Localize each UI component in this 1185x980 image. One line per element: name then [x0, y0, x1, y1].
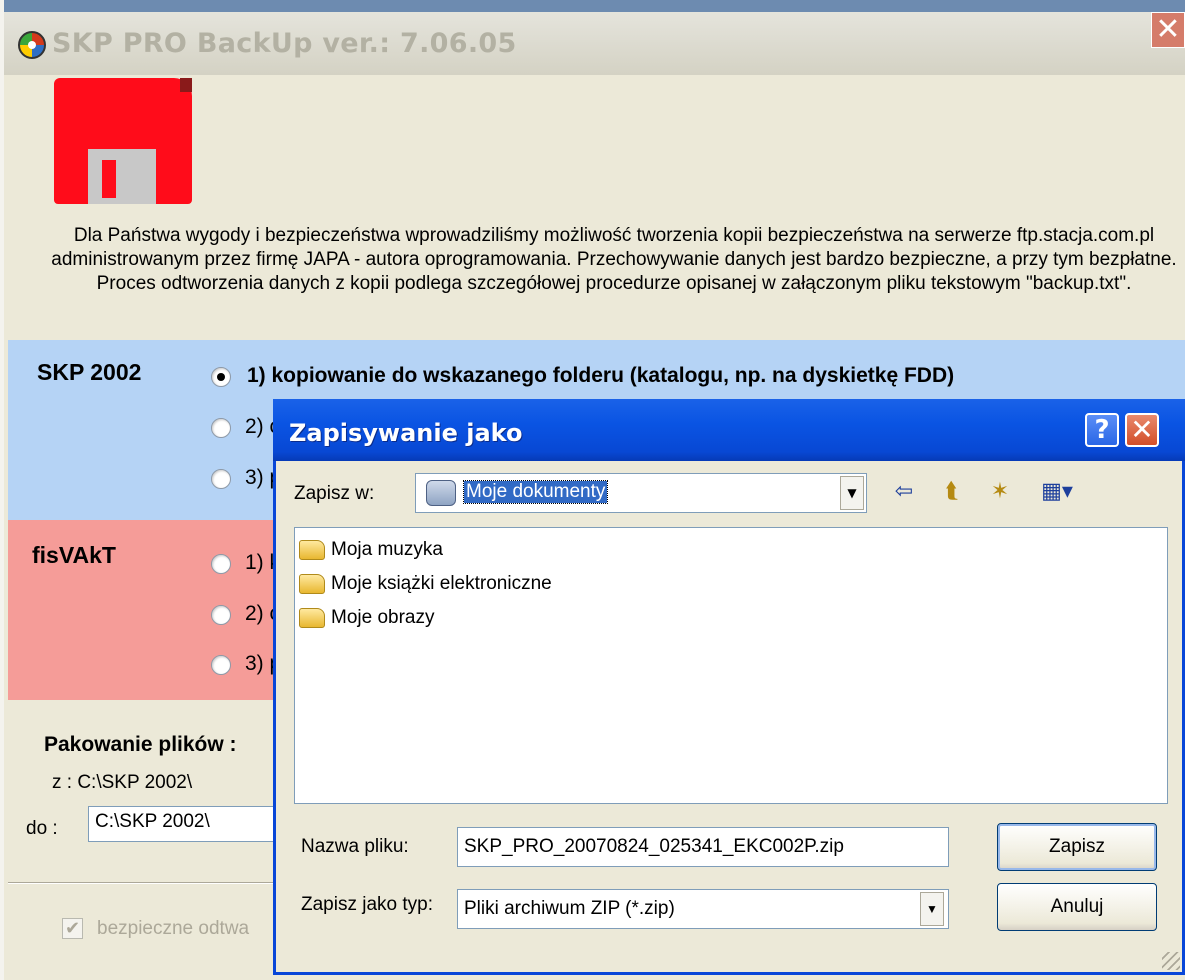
- app-logo-icon: [18, 31, 46, 59]
- resize-grip-icon[interactable]: [1162, 952, 1180, 970]
- skp-section-label: SKP 2002: [37, 359, 142, 385]
- packing-title: Pakowanie plików :: [44, 733, 237, 756]
- list-item[interactable]: Moje obrazy: [299, 602, 435, 634]
- list-item[interactable]: Moja muzyka: [299, 534, 443, 566]
- folder-icon: [299, 574, 325, 594]
- main-window-title: SKP PRO BackUp ver.: 7.06.05: [52, 28, 517, 59]
- save-in-dropdown[interactable]: Moje dokumenty ▼: [415, 473, 867, 513]
- cancel-button[interactable]: Anuluj: [997, 883, 1157, 931]
- separator: [8, 882, 288, 884]
- up-folder-icon[interactable]: ⮬: [936, 477, 968, 509]
- intro-text: Dla Państwa wygody i bezpieczeństwa wpro…: [51, 225, 1177, 294]
- filetype-dropdown[interactable]: Pliki archiwum ZIP (*.zip) ▼: [457, 889, 949, 929]
- fis-section-label: fisVAkT: [32, 542, 116, 568]
- filename-input[interactable]: SKP_PRO_20070824_025341_EKC002P.zip: [457, 827, 949, 867]
- safe-restore-checkbox[interactable]: ✔: [62, 918, 83, 939]
- fis-option-3-radio[interactable]: [211, 655, 231, 675]
- packing-destination-label: do :: [26, 818, 58, 839]
- file-name: Moje obrazy: [331, 607, 435, 628]
- back-arrow-icon[interactable]: ⇦: [888, 477, 920, 509]
- fis-option-2-radio[interactable]: [211, 605, 231, 625]
- list-item[interactable]: Moje książki elektroniczne: [299, 568, 552, 600]
- skp-option-2-radio[interactable]: [211, 418, 231, 438]
- safe-restore-label[interactable]: bezpieczne odtwa: [97, 918, 249, 940]
- filetype-label: Zapisz jako typ:: [301, 894, 433, 915]
- dialog-title: Zapisywanie jako: [289, 419, 523, 447]
- dialog-titlebar: Zapisywanie jako ? ✕: [273, 399, 1185, 461]
- pictures-folder-icon: [299, 608, 325, 628]
- packing-source-path: z : C:\SKP 2002\: [52, 772, 193, 793]
- skp-option-1-radio[interactable]: [211, 367, 231, 387]
- filename-label: Nazwa pliku:: [301, 836, 409, 857]
- chevron-down-icon[interactable]: ▼: [920, 892, 944, 926]
- file-list[interactable]: Moja muzyka Moje książki elektroniczne M…: [294, 527, 1168, 804]
- fis-option-1-radio[interactable]: [211, 554, 231, 574]
- filetype-value: Pliki archiwum ZIP (*.zip): [464, 898, 675, 919]
- file-name: Moje książki elektroniczne: [331, 573, 552, 594]
- dialog-help-button[interactable]: ?: [1085, 413, 1119, 447]
- dialog-close-button[interactable]: ✕: [1125, 413, 1159, 447]
- packing-destination-input[interactable]: C:\SKP 2002\: [88, 806, 288, 842]
- skp-option-1-label[interactable]: 1) kopiowanie do wskazanego folderu (kat…: [247, 364, 954, 388]
- save-in-label: Zapisz w:: [294, 483, 375, 504]
- chevron-down-icon[interactable]: ▼: [840, 476, 864, 510]
- save-button[interactable]: Zapisz: [997, 823, 1157, 871]
- skp-option-3-radio[interactable]: [211, 469, 231, 489]
- floppy-disk-icon: [54, 78, 192, 204]
- new-folder-icon[interactable]: ✶: [984, 477, 1016, 509]
- main-titlebar: SKP PRO BackUp ver.: 7.06.05: [4, 0, 1185, 75]
- save-in-value: Moje dokumenty: [462, 480, 609, 504]
- main-close-button[interactable]: ✕: [1151, 12, 1185, 48]
- music-folder-icon: [299, 540, 325, 560]
- file-name: Moja muzyka: [331, 539, 443, 560]
- view-menu-icon[interactable]: ▦▾: [1034, 477, 1080, 509]
- save-as-dialog: Zapisywanie jako ? ✕ Zapisz w: Moje doku…: [273, 399, 1185, 975]
- my-documents-icon: [426, 480, 456, 506]
